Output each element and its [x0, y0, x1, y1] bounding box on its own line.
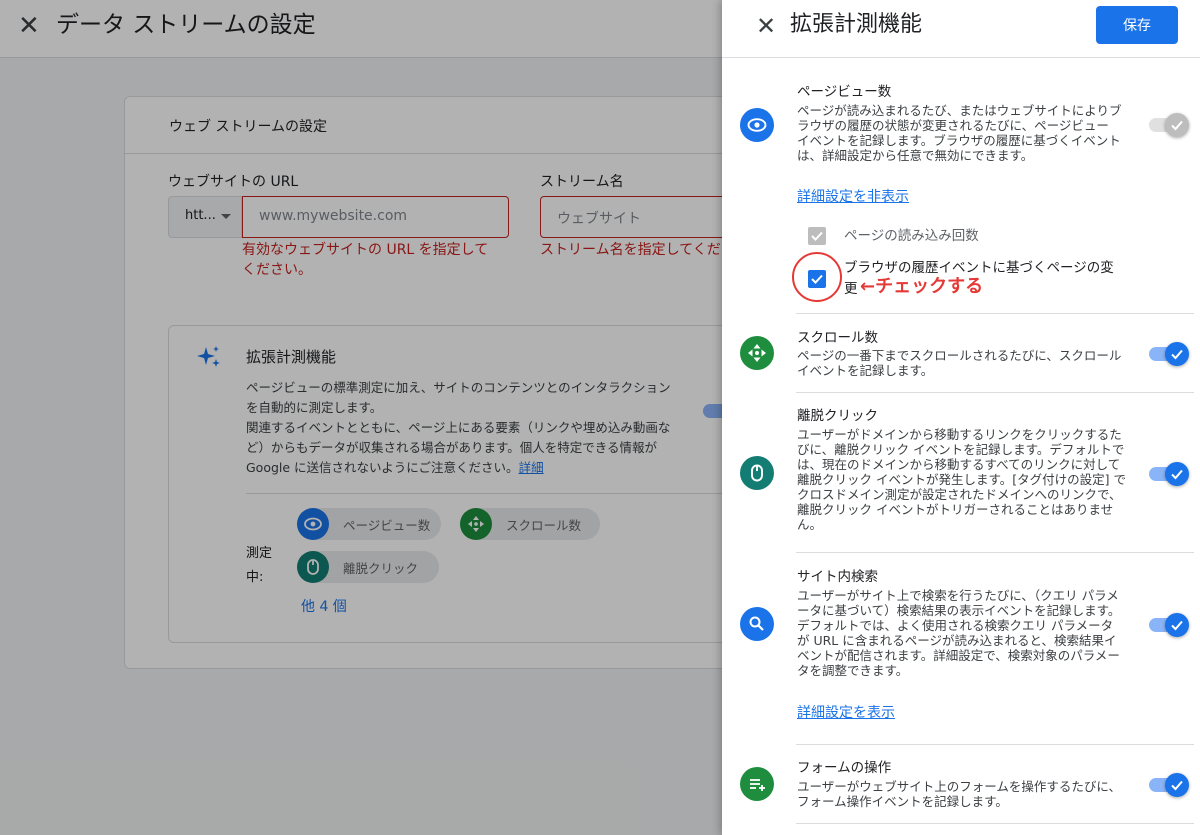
outbound-desc: ユーザーがドメインから移動するリンクをクリックするた びに、離脱クリック イベン… — [797, 427, 1126, 532]
divider — [796, 392, 1194, 393]
panel-header: ✕ 拡張計測機能 保存 — [722, 0, 1200, 58]
check-icon — [1165, 462, 1189, 486]
divider — [796, 744, 1194, 745]
show-advanced-settings-link[interactable]: 詳細設定を表示 — [797, 702, 895, 722]
annotation-text: ←チェックする — [860, 276, 984, 297]
check-icon — [1165, 342, 1189, 366]
save-button[interactable]: 保存 — [1096, 6, 1178, 44]
scroll-toggle[interactable] — [1149, 342, 1189, 366]
divider — [796, 313, 1194, 314]
check-icon — [1165, 113, 1189, 137]
outbound-toggle[interactable] — [1149, 462, 1189, 486]
site-search-toggle[interactable] — [1149, 613, 1189, 637]
mouse-icon — [740, 456, 774, 490]
modal-overlay[interactable] — [0, 0, 722, 835]
highlight-circle — [792, 252, 842, 302]
form-desc: ユーザーがウェブサイト上のフォームを操作するたびに、 フォーム操作イベントを記録… — [797, 779, 1122, 809]
close-icon[interactable]: ✕ — [752, 12, 780, 40]
pageview-toggle[interactable] — [1149, 113, 1189, 137]
outbound-title: 離脱クリック — [797, 408, 878, 424]
pageview-desc: ページが読み込まれるたび、またはウェブサイトによりブ ラウザの履歴の状態が変更さ… — [797, 103, 1122, 163]
scroll-icon — [740, 336, 774, 370]
check-icon — [1165, 773, 1189, 797]
check-icon — [1165, 613, 1189, 637]
form-title: フォームの操作 — [797, 760, 892, 776]
page-load-label: ページの読み込み回数 — [844, 228, 979, 244]
eye-icon — [740, 108, 774, 142]
scroll-title: スクロール数 — [797, 330, 878, 346]
search-icon — [740, 607, 774, 641]
divider — [796, 823, 1194, 824]
form-icon — [740, 767, 774, 801]
divider — [796, 552, 1194, 553]
page-load-checkbox[interactable] — [808, 227, 826, 245]
panel-title: 拡張計測機能 — [790, 12, 923, 37]
site-search-desc: ユーザーがサイト上で検索を行うたびに、（クエリ パラメ ータに基づいて）検索結果… — [797, 588, 1121, 678]
hide-advanced-settings-link[interactable]: 詳細設定を非表示 — [797, 186, 909, 206]
form-toggle[interactable] — [1149, 773, 1189, 797]
scroll-desc: ページの一番下までスクロールされるたびに、スクロール イベントを記録します。 — [797, 348, 1122, 378]
enhanced-measurement-panel: ✕ 拡張計測機能 保存 ページビュー数 ページが読み込まれるたび、またはウェブサ… — [722, 0, 1200, 835]
pageview-title: ページビュー数 — [797, 84, 892, 100]
site-search-title: サイト内検索 — [797, 569, 878, 585]
